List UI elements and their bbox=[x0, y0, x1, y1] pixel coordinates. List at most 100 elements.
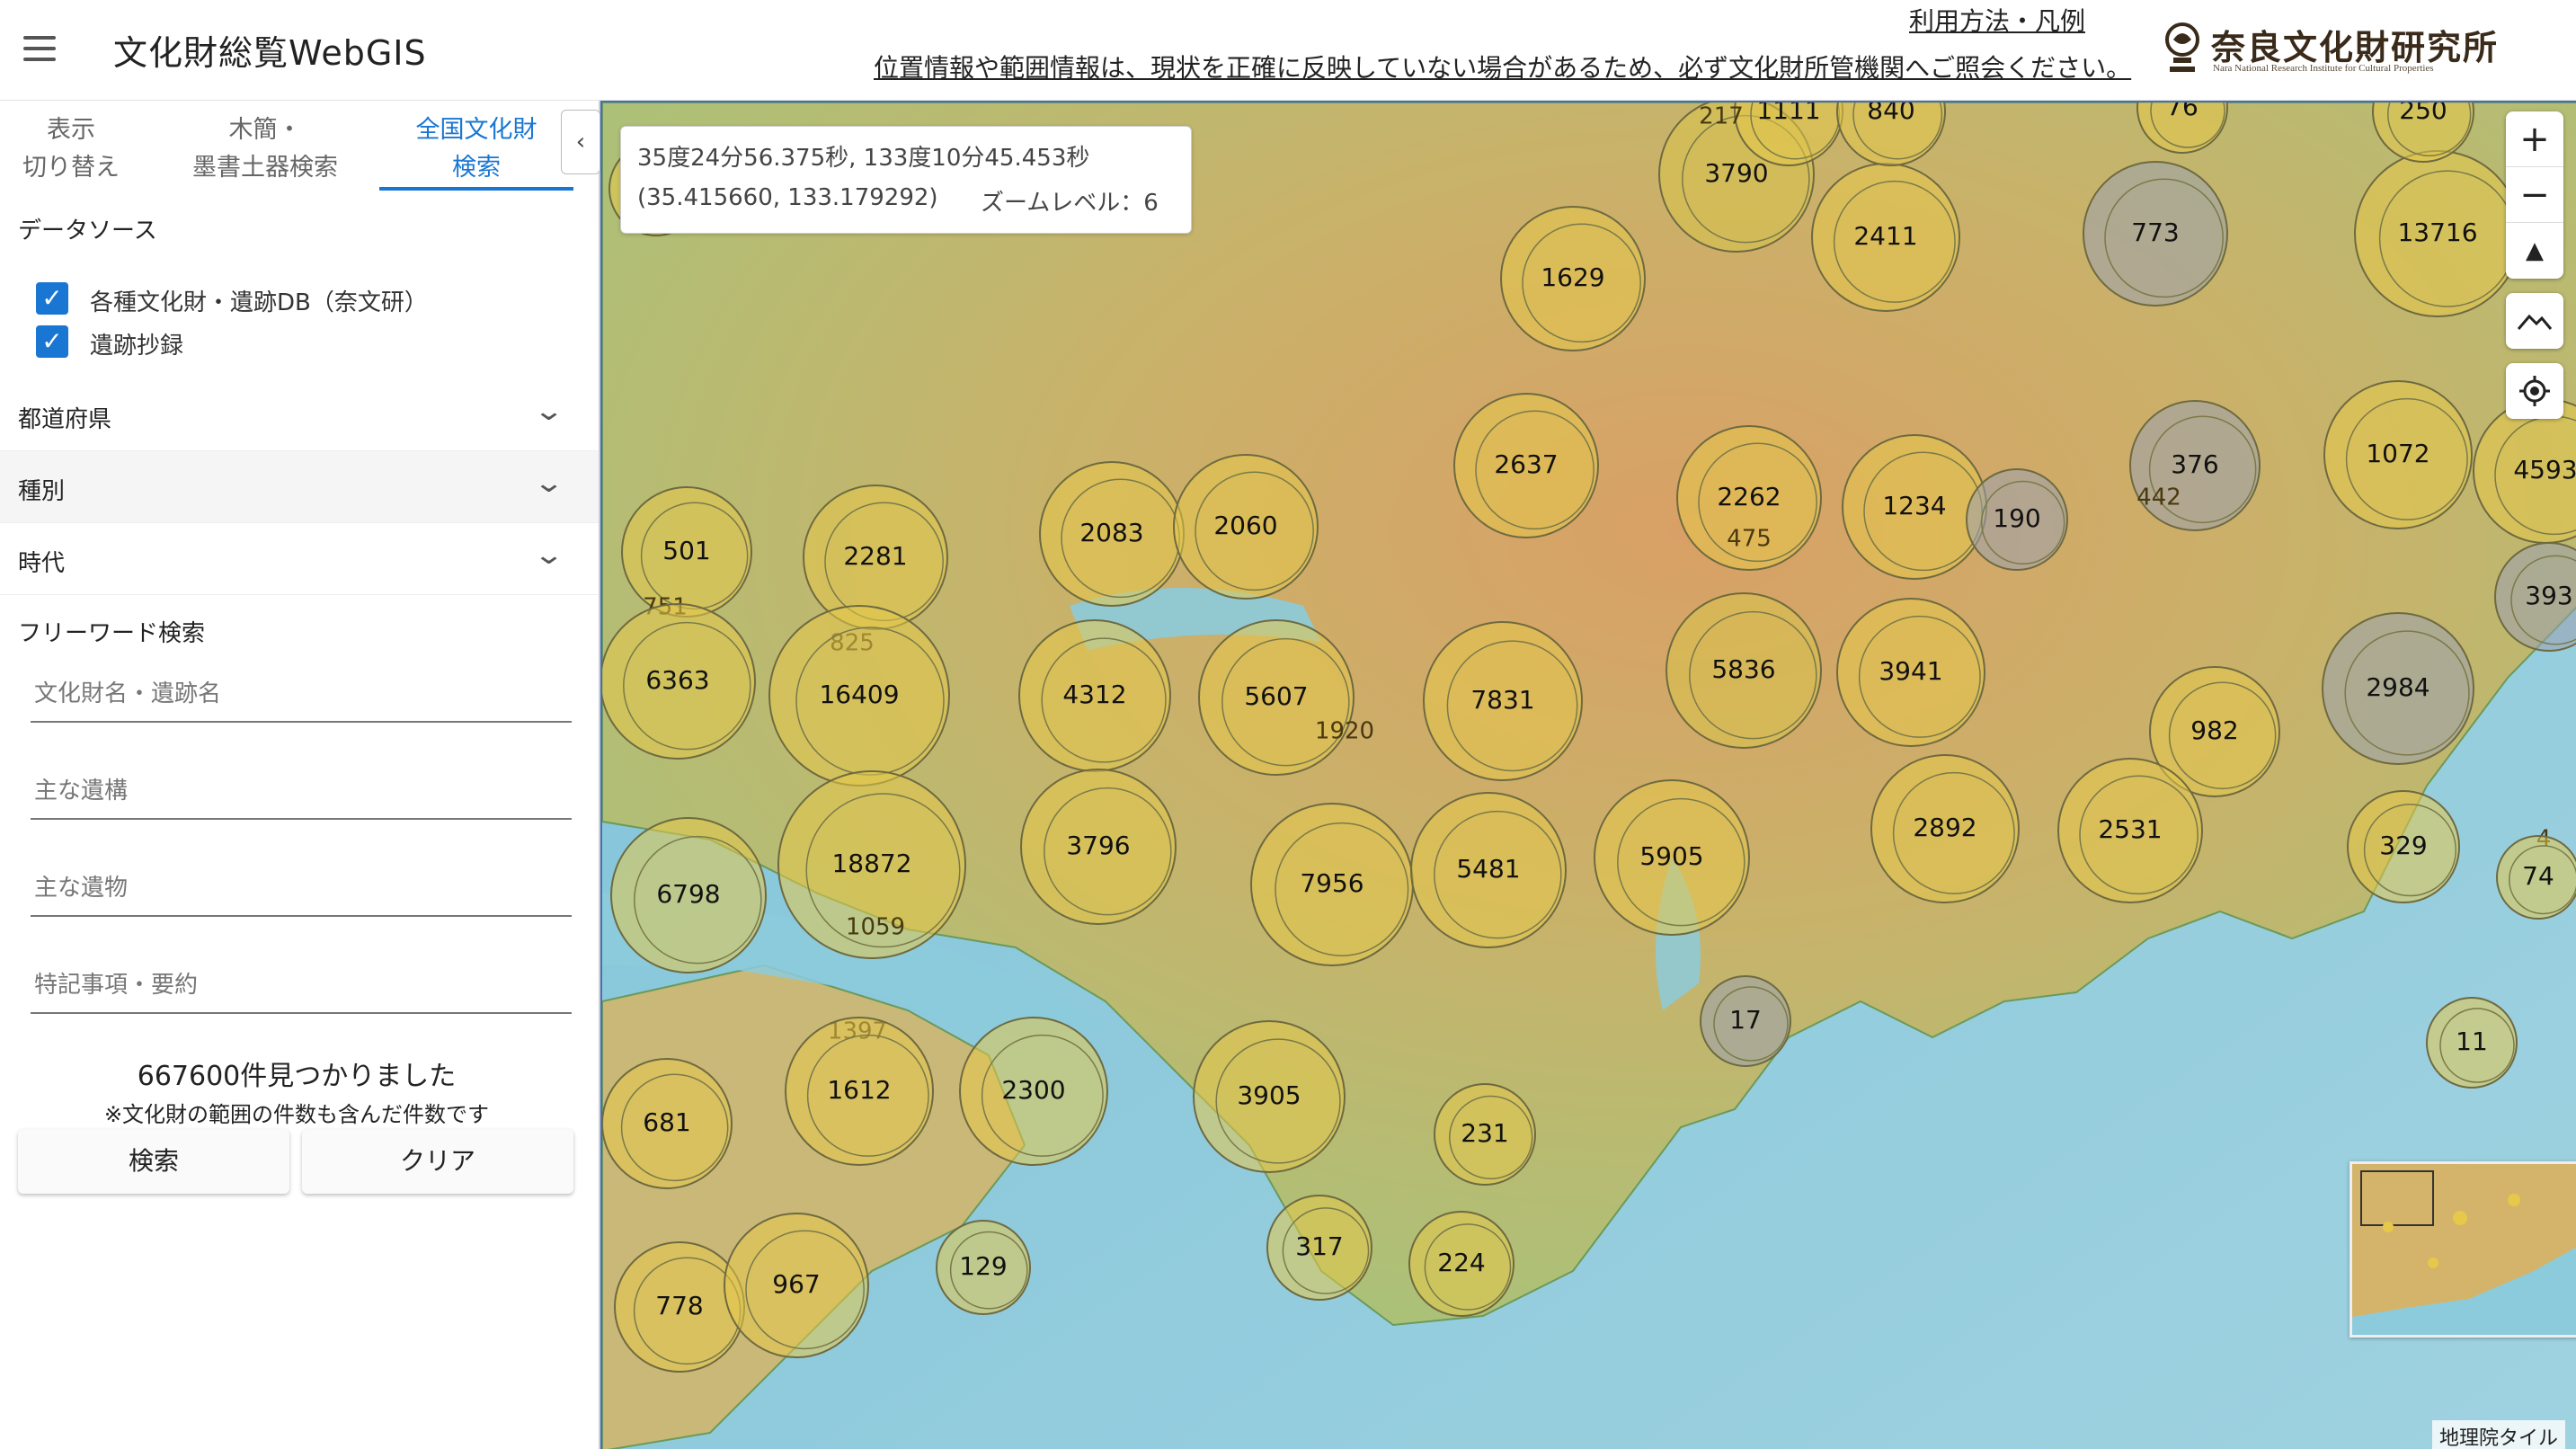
cluster-marker[interactable]: 231 bbox=[1434, 1083, 1536, 1186]
compass-icon[interactable]: ▲ bbox=[2506, 223, 2563, 279]
cluster-count-label: 1072 bbox=[2366, 439, 2429, 468]
zoom-out-button[interactable]: − bbox=[2506, 167, 2563, 223]
map-attribution[interactable]: 地理院タイル bbox=[2432, 1420, 2566, 1449]
cluster-marker[interactable]: 5905 bbox=[1594, 779, 1750, 936]
summary-field[interactable] bbox=[31, 956, 572, 1014]
cluster-count-label: 3790 bbox=[1704, 158, 1768, 188]
cluster-marker[interactable]: 16409 bbox=[768, 605, 950, 787]
cluster-marker[interactable]: 129 bbox=[936, 1220, 1031, 1315]
map-view[interactable]: 1931629379024117731371611118402502177650… bbox=[600, 101, 2576, 1449]
cluster-count-label: 6363 bbox=[645, 665, 709, 695]
tab-label-line2: 切り替え bbox=[22, 154, 120, 182]
accordion-type[interactable]: 種別 ⌄ bbox=[0, 451, 599, 523]
cluster-marker[interactable]: 4312 bbox=[1018, 619, 1171, 772]
accordion-label: 都道府県 bbox=[18, 406, 112, 433]
cluster-marker[interactable]: 1629 bbox=[1500, 206, 1646, 351]
cluster-count-label: 217 bbox=[1699, 103, 1744, 130]
cluster-count-label: 74 bbox=[2522, 861, 2554, 891]
search-sidebar: 表示 切り替え 木簡・ 墨書土器検索 全国文化財 検索 ‹ データソース ✓ 各… bbox=[0, 101, 600, 1449]
cluster-count-label: 2060 bbox=[1213, 511, 1277, 540]
search-button[interactable]: 検索 bbox=[18, 1129, 289, 1194]
checkbox-label: 各種文化財・遺跡DB（奈文研） bbox=[90, 289, 428, 316]
cluster-marker[interactable]: 5836 bbox=[1666, 592, 1822, 749]
cluster-count-label: 5481 bbox=[1456, 854, 1520, 884]
cluster-count-label: 1629 bbox=[1541, 262, 1604, 292]
cluster-marker[interactable]: 2637 bbox=[1453, 393, 1599, 538]
cluster-marker[interactable]: 475 bbox=[1727, 526, 1772, 553]
cluster-marker[interactable]: 2531 bbox=[2057, 758, 2203, 903]
cluster-count-label: 5607 bbox=[1244, 681, 1308, 711]
cluster-marker[interactable]: 5481 bbox=[1410, 792, 1567, 948]
cluster-marker[interactable]: 74 bbox=[2496, 835, 2576, 920]
tab-display-switch[interactable]: 表示 切り替え bbox=[13, 111, 129, 187]
locate-icon[interactable] bbox=[2506, 363, 2563, 419]
cluster-marker[interactable]: 1612 bbox=[785, 1017, 934, 1166]
tab-national-search[interactable]: 全国文化財 検索 bbox=[379, 111, 573, 187]
cluster-marker[interactable]: 6363 bbox=[602, 603, 756, 760]
coordinate-readout: 35度24分56.375秒, 133度10分45.453秒 (35.415660… bbox=[620, 126, 1192, 234]
cluster-marker[interactable]: 2300 bbox=[959, 1017, 1108, 1166]
logo-subtext: Nara National Research Institute for Cul… bbox=[2213, 63, 2434, 74]
cluster-marker[interactable]: 7956 bbox=[1250, 803, 1414, 966]
freeword-title: フリーワード検索 bbox=[18, 620, 206, 647]
cluster-marker[interactable]: 13716 bbox=[2354, 150, 2521, 317]
accordion-period[interactable]: 時代 ⌄ bbox=[0, 523, 599, 595]
cluster-marker[interactable]: 329 bbox=[2347, 790, 2460, 903]
clear-button[interactable]: クリア bbox=[302, 1129, 573, 1194]
mountain-icon[interactable] bbox=[2506, 293, 2563, 349]
artifacts-field[interactable] bbox=[31, 859, 572, 917]
cluster-marker[interactable]: 2060 bbox=[1173, 454, 1319, 600]
cluster-marker[interactable]: 1059 bbox=[846, 914, 905, 941]
cluster-marker[interactable]: 773 bbox=[2083, 161, 2228, 307]
cluster-count-label: 16409 bbox=[819, 680, 899, 709]
cluster-count-label: 5836 bbox=[1711, 654, 1775, 684]
cluster-marker[interactable]: 11 bbox=[2426, 997, 2518, 1089]
cluster-marker[interactable]: 5607 bbox=[1198, 619, 1355, 776]
cluster-marker[interactable]: 6798 bbox=[610, 817, 767, 973]
cluster-count-label: 1920 bbox=[1315, 718, 1374, 745]
cluster-marker[interactable]: 778 bbox=[614, 1241, 745, 1373]
cluster-marker[interactable]: 2083 bbox=[1039, 461, 1185, 607]
cluster-marker[interactable]: 1234 bbox=[1842, 434, 1987, 580]
data-source-title: データソース bbox=[18, 218, 157, 244]
cluster-marker[interactable]: 3905 bbox=[1193, 1020, 1346, 1173]
cluster-marker[interactable]: 1072 bbox=[2323, 380, 2473, 529]
tab-mokkan-search[interactable]: 木簡・ 墨書土器検索 bbox=[162, 111, 369, 187]
hamburger-menu-icon[interactable] bbox=[18, 29, 61, 68]
cluster-marker[interactable]: 224 bbox=[1408, 1211, 1515, 1317]
institute-logo[interactable]: 奈良文化財研究所 Nara National Research Institut… bbox=[2161, 18, 2511, 81]
zoom-in-button[interactable]: + bbox=[2506, 111, 2563, 167]
site-name-field[interactable] bbox=[31, 665, 572, 723]
terrain-control bbox=[2506, 293, 2563, 349]
cluster-marker[interactable]: 2411 bbox=[1811, 163, 1960, 312]
result-note: ※文化財の範囲の件数も含んだ件数です bbox=[103, 1102, 490, 1127]
site-name-input[interactable] bbox=[34, 674, 564, 714]
usage-link[interactable]: 利用方法・凡例 bbox=[1909, 2, 2085, 38]
cluster-marker[interactable]: 217 bbox=[1699, 103, 1744, 130]
cluster-marker[interactable]: 1920 bbox=[1315, 718, 1374, 745]
overview-minimap[interactable] bbox=[2349, 1161, 2576, 1338]
features-input[interactable] bbox=[34, 771, 564, 811]
cluster-marker[interactable]: 442 bbox=[2136, 484, 2181, 511]
cluster-marker[interactable]: 681 bbox=[602, 1058, 733, 1189]
cluster-marker[interactable]: 2984 bbox=[2322, 612, 2474, 765]
checkbox-checked-icon[interactable]: ✓ bbox=[36, 325, 68, 358]
cluster-count-label: 3941 bbox=[1879, 656, 1942, 686]
accordion-prefecture[interactable]: 都道府県 ⌄ bbox=[0, 379, 599, 451]
cluster-marker[interactable]: 967 bbox=[724, 1213, 869, 1358]
cluster-marker[interactable]: 3941 bbox=[1836, 598, 1985, 747]
cluster-marker[interactable]: 3796 bbox=[1020, 769, 1177, 925]
notice-link[interactable]: 位置情報や範囲情報は、現状を正確に反映していない場合があるため、必ず文化財所管機… bbox=[874, 49, 2131, 84]
cluster-marker[interactable]: 17 bbox=[1700, 975, 1791, 1067]
artifacts-input[interactable] bbox=[34, 868, 564, 908]
cluster-marker[interactable]: 190 bbox=[1966, 468, 2068, 571]
cluster-marker[interactable]: 7831 bbox=[1423, 621, 1583, 781]
cluster-marker[interactable]: 2892 bbox=[1870, 754, 2020, 903]
map-canvas[interactable]: 1931629379024117731371611118402502177650… bbox=[602, 102, 2576, 1449]
summary-input[interactable] bbox=[34, 965, 564, 1005]
features-field[interactable] bbox=[31, 762, 572, 820]
chevron-left-icon[interactable]: ‹ bbox=[561, 110, 600, 174]
checkbox-checked-icon[interactable]: ✓ bbox=[36, 282, 68, 315]
accordion-label: 種別 bbox=[18, 478, 66, 505]
cluster-marker[interactable]: 317 bbox=[1266, 1195, 1372, 1301]
